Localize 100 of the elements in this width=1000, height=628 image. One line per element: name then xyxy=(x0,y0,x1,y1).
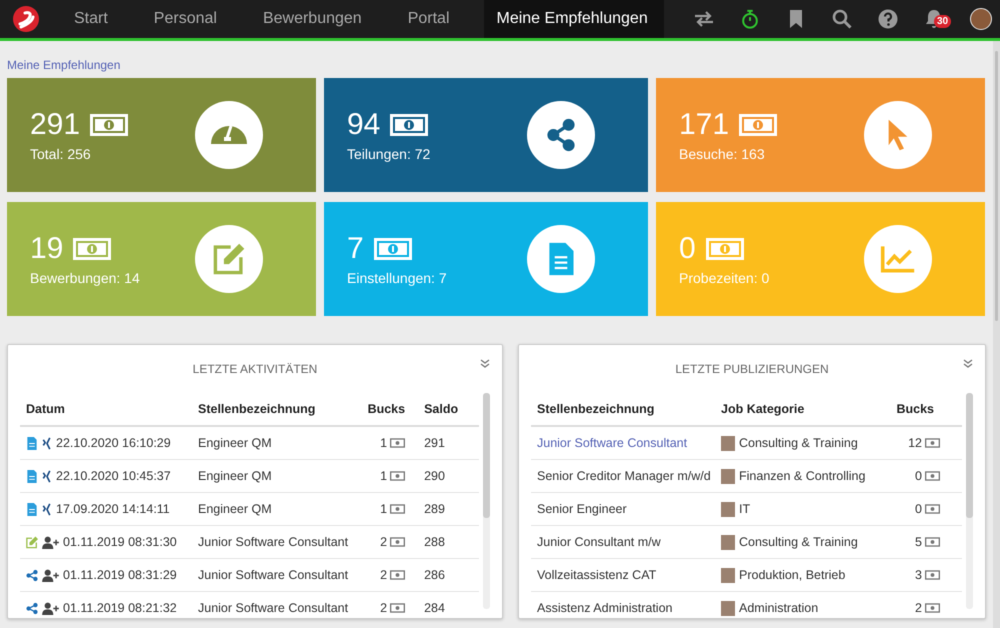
bucks-cell: 1 xyxy=(380,469,388,483)
bucks-cell: 2 xyxy=(380,601,388,615)
xing-icon xyxy=(42,470,52,482)
date-cell: 17.09.2020 14:14:11 xyxy=(56,502,170,516)
banknote-icon xyxy=(390,471,406,481)
banknote-icon xyxy=(925,438,940,448)
job-title-cell: Engineer QM xyxy=(198,436,272,450)
breadcrumb-link[interactable]: Meine Empfehlungen xyxy=(7,41,986,78)
bucks-cell: 2 xyxy=(380,535,388,549)
column-header: Job Kategorie xyxy=(721,402,804,416)
stat-label: Besuche: 163 xyxy=(679,146,766,162)
photo-placeholder xyxy=(721,436,735,450)
column-header: Bucks xyxy=(896,402,934,416)
nav-tab[interactable]: Bewerbungen xyxy=(250,0,382,38)
bucks-cell: 2 xyxy=(380,568,388,582)
banknote-icon xyxy=(925,603,940,613)
stat-value: 19 xyxy=(30,232,64,266)
banknote-icon xyxy=(925,471,940,481)
bucks-cell: 3 xyxy=(915,568,922,582)
date-cell: 01.11.2019 08:21:32 xyxy=(63,601,177,615)
photo-placeholder xyxy=(721,600,735,616)
job-category-cell: Finanzen & Controlling xyxy=(739,469,866,483)
banknote-icon xyxy=(73,238,112,260)
xing-icon xyxy=(42,502,52,516)
banknote-icon xyxy=(90,114,128,136)
banknote-icon xyxy=(706,238,744,260)
photo-placeholder xyxy=(721,502,735,516)
banknote-icon xyxy=(390,438,406,448)
help-icon[interactable] xyxy=(878,9,898,29)
bucks-cell: 2 xyxy=(915,601,922,615)
date-cell: 22.10.2020 16:10:29 xyxy=(56,436,171,450)
job-title-cell: Vollzeitassistenz CAT xyxy=(537,568,656,582)
job-category-cell: Consulting & Training xyxy=(739,535,858,549)
document-icon xyxy=(26,436,38,450)
balance-cell: 291 xyxy=(424,436,445,450)
balance-cell: 284 xyxy=(424,601,445,615)
job-title-cell: Senior Creditor Manager m/w/d xyxy=(537,469,711,483)
stopwatch-icon[interactable] xyxy=(740,9,760,29)
banknote-icon xyxy=(739,114,778,136)
bucks-cell: 5 xyxy=(915,535,922,549)
photo-placeholder xyxy=(721,568,735,582)
balance-cell: 288 xyxy=(424,535,445,549)
stat-label: Einstellungen: 7 xyxy=(347,270,447,286)
gauge-icon xyxy=(211,126,247,144)
share-icon xyxy=(26,568,38,582)
banknote-icon xyxy=(390,504,406,514)
column-header: Datum xyxy=(26,402,65,416)
photo-placeholder xyxy=(721,534,735,550)
nav-tab[interactable]: Portal xyxy=(396,0,470,38)
xing-icon xyxy=(42,436,52,450)
banknote-icon xyxy=(390,570,406,580)
collapse-chevron-icon[interactable] xyxy=(963,359,973,369)
panel-title: LETZTE AKTIVITÄTEN xyxy=(192,362,318,376)
logo-icon[interactable] xyxy=(12,5,40,33)
stat-label: Probezeiten: 0 xyxy=(679,270,770,286)
collapse-chevron-icon[interactable] xyxy=(480,359,490,369)
stat-label: Bewerbungen: 14 xyxy=(30,270,140,286)
balance-cell: 289 xyxy=(424,502,445,516)
job-title-cell: Junior Software Consultant xyxy=(198,535,348,549)
document-icon xyxy=(26,502,38,516)
bucks-cell: 1 xyxy=(380,436,388,450)
scrollbar-thumb[interactable] xyxy=(483,393,490,518)
document-icon xyxy=(26,470,38,482)
job-category-cell: IT xyxy=(739,502,750,516)
share-icon xyxy=(26,602,38,614)
banknote-icon xyxy=(925,504,940,514)
banknote-icon xyxy=(390,603,406,613)
edit-icon xyxy=(211,242,247,276)
nav-tab[interactable]: Personal xyxy=(142,0,237,38)
balance-cell: 286 xyxy=(424,568,445,582)
stat-label: Teilungen: 72 xyxy=(347,146,430,162)
job-category-cell: Administration xyxy=(739,601,818,615)
date-cell: 01.11.2019 08:31:29 xyxy=(63,568,177,582)
nav-tab[interactable]: Start xyxy=(62,0,128,38)
user-avatar[interactable] xyxy=(970,8,992,30)
stat-value: 7 xyxy=(347,232,364,266)
swap-arrows-icon[interactable] xyxy=(694,9,714,29)
banknote-icon xyxy=(390,114,428,136)
job-title-cell: Senior Engineer xyxy=(537,502,627,516)
job-title-cell: Engineer QM xyxy=(198,469,272,483)
job-title-cell: Junior Software Consultant xyxy=(198,568,348,582)
stat-value: 94 xyxy=(347,108,380,142)
panel-title: LETZTE PUBLIZIERUNGEN xyxy=(675,362,829,376)
job-category-cell: Consulting & Training xyxy=(739,436,858,450)
stat-label: Total: 256 xyxy=(30,146,92,162)
bucks-cell: 0 xyxy=(915,469,922,483)
scrollbar-thumb[interactable] xyxy=(966,393,973,518)
user-add-icon xyxy=(42,568,59,582)
stat-value: 291 xyxy=(30,108,80,142)
job-category-cell: Produktion, Betrieb xyxy=(739,568,846,582)
banknote-icon xyxy=(390,537,406,547)
search-icon[interactable] xyxy=(832,9,852,29)
bucks-cell: 1 xyxy=(380,502,388,516)
nav-tab[interactable]: Meine Empfehlungen xyxy=(484,0,664,38)
column-header: Saldo xyxy=(424,402,458,416)
job-title-cell: Junior Software Consultant xyxy=(198,601,348,615)
job-title-link[interactable]: Junior Software Consultant xyxy=(537,436,688,450)
user-add-icon xyxy=(42,536,59,548)
page-scrollbar-thumb[interactable] xyxy=(995,51,998,321)
banknote-icon xyxy=(925,537,940,547)
